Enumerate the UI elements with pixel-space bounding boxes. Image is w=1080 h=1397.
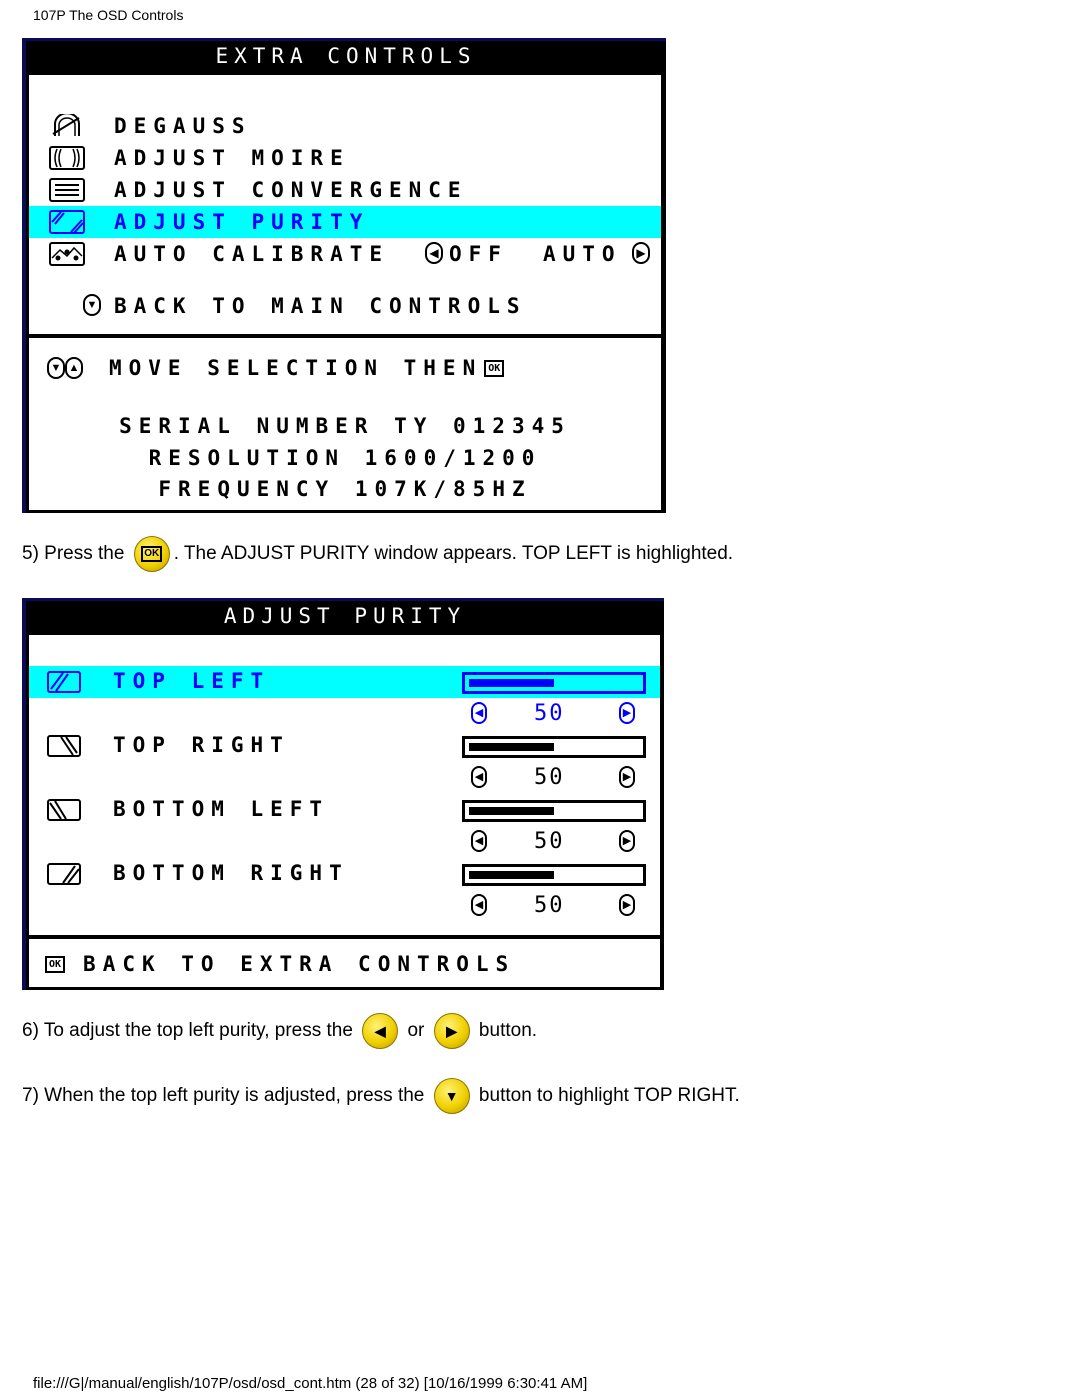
value-row: ◀ 50 ▶: [29, 698, 660, 730]
adjust-purity-osd: ADJUST PURITY TOP LEFT ◀ 50 ▶ TOP RIGHT: [22, 598, 664, 990]
value-row: ◀ 50 ▶: [29, 762, 660, 794]
page-footer: file:///G|/manual/english/107P/osd/osd_c…: [33, 1375, 588, 1392]
purity-item-top-left[interactable]: TOP LEFT: [29, 666, 660, 698]
bottom-right-corner-icon: [47, 863, 81, 885]
ok-button-icon: OK: [133, 536, 170, 572]
up-arrow-icon: ▲: [65, 357, 83, 379]
resolution: RESOLUTION 1600/1200: [148, 446, 542, 470]
page-header: 107P The OSD Controls: [33, 7, 184, 23]
menu-item-adjust-purity[interactable]: ADJUST PURITY: [29, 206, 661, 238]
level-bar[interactable]: [462, 672, 646, 694]
back-to-extra-controls[interactable]: OK BACK TO EXTRA CONTROLS: [45, 949, 515, 979]
purity-panel: TOP LEFT ◀ 50 ▶ TOP RIGHT ◀ 50 ▶ BOTTOM …: [29, 635, 660, 935]
menu-item-label: DEGAUSS: [114, 114, 252, 138]
step-6-text-before: 6) To adjust the top left purity, press …: [22, 1020, 359, 1041]
hint-text: MOVE SELECTION THEN: [109, 356, 483, 380]
frequency: FREQUENCY 107K/85HZ: [158, 477, 532, 501]
left-button-icon: ◀: [362, 1013, 399, 1049]
purity-item-bottom-right[interactable]: BOTTOM RIGHT: [29, 858, 660, 890]
level-fill: [469, 871, 554, 879]
right-arrow-icon[interactable]: ▶: [632, 242, 650, 264]
step-7: 7) When the top left purity is adjusted,…: [22, 1078, 740, 1114]
purity-item-label: BOTTOM LEFT: [113, 797, 330, 821]
osd-title: ADJUST PURITY: [26, 601, 664, 632]
menu-item-adjust-convergence[interactable]: ADJUST CONVERGENCE: [29, 174, 661, 206]
down-arrow-icon: ▼: [47, 357, 65, 379]
purity-item-label: BOTTOM RIGHT: [113, 861, 349, 885]
auto-calibrate-icon: [49, 242, 85, 266]
value: 50: [534, 765, 565, 790]
menu-item-degauss[interactable]: DEGAUSS: [29, 110, 661, 142]
menu-item-auto-calibrate[interactable]: AUTO CALIBRATE ◀ OFF AUTO ▶: [29, 238, 661, 270]
decrease-arrow-icon[interactable]: ◀: [471, 702, 487, 724]
purity-item-bottom-left[interactable]: BOTTOM LEFT: [29, 794, 660, 826]
top-right-corner-icon: [47, 735, 81, 757]
menu-item-label: ADJUST MOIRE: [114, 146, 350, 170]
value: 50: [534, 893, 565, 918]
down-arrow-icon: ▼: [83, 294, 101, 316]
menu-panel: DEGAUSS ADJUST MOIRE ADJUST CONVERGENCE …: [29, 75, 661, 334]
moire-icon: [49, 146, 85, 170]
value-row: ◀ 50 ▶: [29, 826, 660, 858]
osd-title: EXTRA CONTROLS: [26, 41, 666, 72]
level-bar[interactable]: [462, 864, 646, 886]
info-panel: ▼ ▲ MOVE SELECTION THEN OK SERIAL NUMBER…: [29, 338, 661, 510]
step-6-text-middle: or: [402, 1020, 430, 1041]
purity-icon: [49, 210, 85, 234]
level-fill: [469, 679, 554, 687]
ok-icon: OK: [45, 955, 66, 973]
level-fill: [469, 807, 554, 815]
decrease-arrow-icon[interactable]: ◀: [471, 766, 487, 788]
top-left-corner-icon: [47, 671, 81, 693]
back-to-main-controls[interactable]: ▼ BACK TO MAIN CONTROLS: [29, 290, 661, 322]
increase-arrow-icon[interactable]: ▶: [619, 702, 635, 724]
step-7-text-after: button to highlight TOP RIGHT.: [473, 1085, 740, 1106]
menu-item-label: ADJUST CONVERGENCE: [114, 178, 468, 202]
decrease-arrow-icon[interactable]: ◀: [471, 894, 487, 916]
decrease-arrow-icon[interactable]: ◀: [471, 830, 487, 852]
step-5: 5) Press the OK . The ADJUST PURITY wind…: [22, 536, 733, 572]
extra-controls-osd: EXTRA CONTROLS DEGAUSS ADJUST MOIRE ADJU…: [22, 38, 666, 513]
serial-number: SERIAL NUMBER TY 012345: [119, 414, 571, 438]
level-bar[interactable]: [462, 736, 646, 758]
right-button-icon: ▶: [433, 1013, 470, 1049]
menu-item-label: ADJUST PURITY: [114, 210, 370, 234]
purity-item-top-right[interactable]: TOP RIGHT: [29, 730, 660, 762]
step-7-text-before: 7) When the top left purity is adjusted,…: [22, 1085, 430, 1106]
value-row: ◀ 50 ▶: [29, 890, 660, 922]
down-button-icon: ▼: [433, 1078, 470, 1114]
step-5-text-before: 5) Press the: [22, 543, 130, 564]
back-panel: OK BACK TO EXTRA CONTROLS: [29, 939, 660, 987]
level-bar[interactable]: [462, 800, 646, 822]
increase-arrow-icon[interactable]: ▶: [619, 830, 635, 852]
step-6-text-after: button.: [473, 1020, 538, 1041]
ok-glyph: OK: [141, 546, 163, 562]
menu-item-label: AUTO CALIBRATE: [114, 242, 390, 266]
ok-icon: OK: [484, 359, 505, 377]
purity-item-label: TOP RIGHT: [113, 733, 290, 757]
back-label: BACK TO EXTRA CONTROLS: [83, 952, 516, 976]
level-fill: [469, 743, 554, 751]
increase-arrow-icon[interactable]: ▶: [619, 766, 635, 788]
convergence-icon: [49, 178, 85, 202]
value: 50: [534, 829, 565, 854]
step-5-text-after: . The ADJUST PURITY window appears. TOP …: [173, 543, 734, 564]
hint-row: ▼ ▲ MOVE SELECTION THEN OK: [47, 352, 505, 384]
degauss-icon: [52, 114, 80, 136]
auto-calibrate-auto: AUTO: [543, 242, 622, 266]
value: 50: [534, 701, 565, 726]
back-label: BACK TO MAIN CONTROLS: [114, 294, 527, 318]
left-arrow-icon[interactable]: ◀: [425, 242, 443, 264]
menu-item-adjust-moire[interactable]: ADJUST MOIRE: [29, 142, 661, 174]
step-6: 6) To adjust the top left purity, press …: [22, 1013, 537, 1049]
purity-item-label: TOP LEFT: [113, 669, 271, 693]
increase-arrow-icon[interactable]: ▶: [619, 894, 635, 916]
bottom-left-corner-icon: [47, 799, 81, 821]
auto-calibrate-off: OFF: [449, 242, 508, 266]
